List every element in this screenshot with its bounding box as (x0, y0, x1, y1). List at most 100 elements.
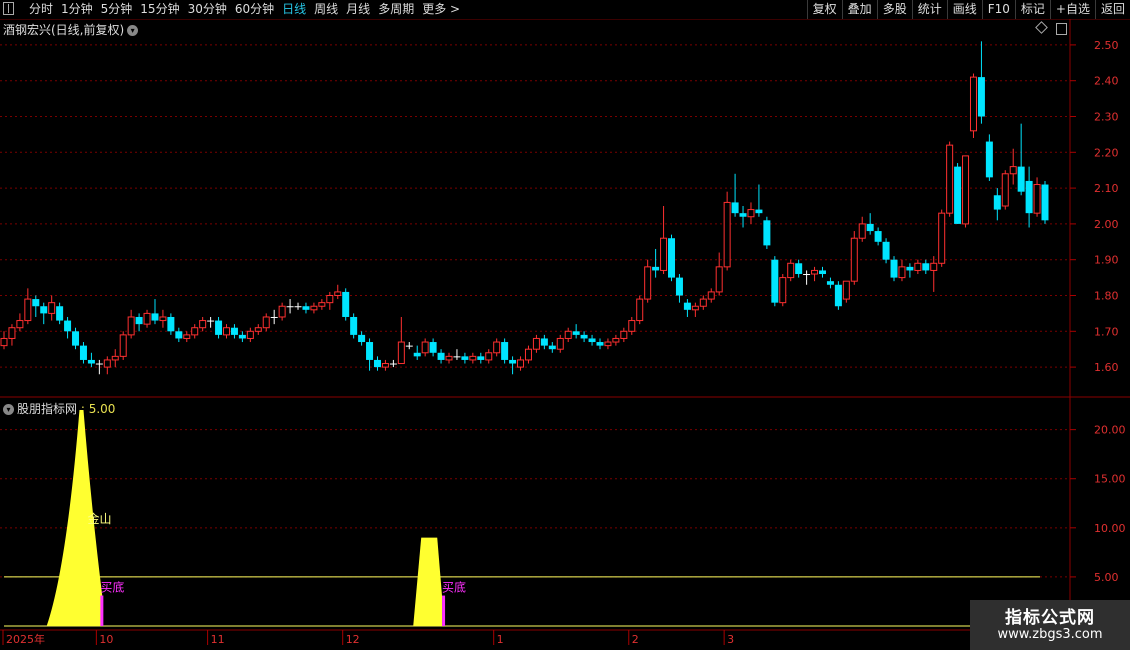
candle-body (954, 166, 962, 224)
candle-body (24, 298, 32, 322)
candle (445, 352, 453, 364)
candle (32, 295, 40, 317)
candle (79, 342, 87, 364)
candle-body (501, 342, 509, 360)
candle (898, 259, 906, 282)
candle (906, 263, 914, 278)
candle (286, 299, 294, 314)
candle-body (675, 277, 683, 296)
candle-body (437, 352, 445, 360)
candle (1001, 170, 1009, 210)
price-label: 2.00 (1094, 218, 1119, 231)
candle (699, 295, 707, 310)
candle-body (207, 320, 215, 322)
candle (389, 359, 397, 368)
candle-body (421, 341, 429, 354)
candle (771, 256, 779, 307)
candle-body (691, 305, 699, 311)
candle (834, 281, 842, 310)
candle (167, 313, 175, 335)
candle-body (79, 345, 87, 360)
candle (540, 334, 548, 350)
candle (779, 274, 787, 307)
candle-body (596, 342, 604, 346)
candle (604, 338, 612, 350)
candle-body (16, 320, 24, 329)
candle (580, 331, 588, 343)
candle (660, 206, 668, 275)
candle-body (8, 327, 16, 339)
candle (151, 299, 159, 325)
candle-body (779, 277, 787, 304)
candle (795, 259, 803, 278)
candle (199, 316, 207, 332)
candle-body (795, 263, 803, 275)
candle-body (588, 338, 596, 343)
candle-body (723, 201, 731, 268)
candle-body (254, 327, 262, 332)
candle-body (366, 342, 374, 360)
candle (636, 295, 644, 325)
candle-body (898, 266, 906, 279)
candle-body (628, 320, 636, 332)
candle (1009, 148, 1017, 185)
candle-body (119, 334, 127, 357)
candle (215, 316, 223, 339)
candle (707, 288, 715, 303)
candle-body (48, 302, 56, 314)
candle (135, 313, 143, 332)
candle-body (731, 202, 739, 214)
candle-body (199, 320, 207, 329)
candle-body (826, 281, 834, 285)
candle-body (532, 337, 540, 350)
candle-body (373, 359, 381, 368)
candle-body (397, 341, 405, 365)
candle (882, 238, 890, 264)
candle-body (246, 330, 254, 339)
candle (914, 259, 922, 275)
candle-body (763, 220, 771, 246)
candle (691, 302, 699, 317)
candle-body (850, 237, 858, 282)
candle-body (1009, 166, 1017, 175)
candle (223, 324, 231, 339)
candle-body (405, 345, 413, 347)
candle-body (509, 359, 517, 364)
candle-body (342, 291, 350, 317)
candle (56, 302, 64, 325)
watermark-line2: www.zbgs3.com (997, 627, 1103, 642)
candle (1033, 177, 1041, 217)
candle (254, 324, 262, 335)
candle (294, 302, 302, 310)
candle-body (159, 316, 167, 322)
price-label: 1.90 (1094, 254, 1119, 267)
candle-body (103, 359, 111, 368)
candle (326, 291, 334, 310)
candle (954, 163, 962, 224)
candle-body (858, 223, 866, 239)
candle-body (604, 341, 612, 347)
price-label: 2.40 (1094, 75, 1119, 88)
candle (509, 356, 517, 375)
candle-body (787, 262, 795, 279)
candle-body (1025, 180, 1033, 214)
candle (278, 302, 286, 321)
candle-body (660, 237, 668, 271)
candle (755, 184, 763, 217)
candle (373, 356, 381, 371)
candle-body (803, 274, 811, 276)
candle-body (127, 316, 135, 336)
candle-body (834, 284, 842, 307)
buy-signal-label: 买底 (442, 580, 466, 595)
candle-body (334, 291, 342, 297)
candle (715, 252, 723, 296)
chart-svg[interactable]: 2.50 2.40 2.30 2.20 2.10 2.00 1.90 1.80 1.70 1.60… (0, 0, 1130, 650)
candle-body (993, 195, 1001, 210)
candle (993, 188, 1001, 221)
candle-body (842, 280, 850, 300)
candle (556, 334, 564, 353)
price-label: 1.60 (1094, 361, 1119, 374)
candle (24, 288, 32, 325)
candle (485, 349, 493, 364)
candle (850, 231, 858, 285)
